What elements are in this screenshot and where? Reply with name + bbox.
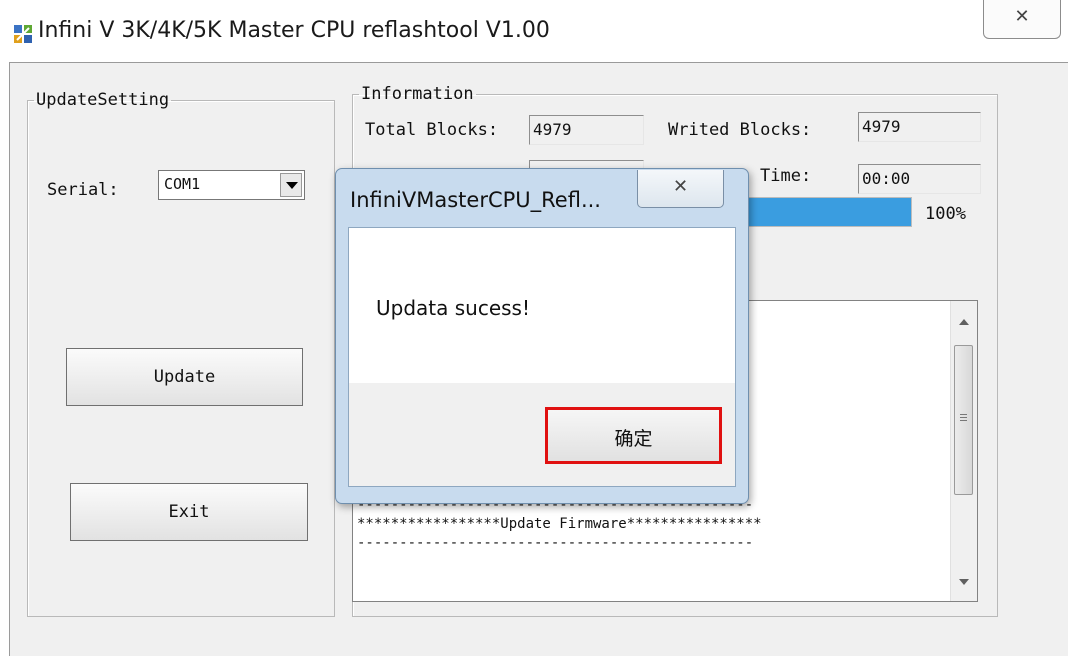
update-setting-legend: UpdateSetting: [36, 90, 170, 110]
close-icon: ✕: [672, 176, 689, 197]
chevron-down-icon[interactable]: [280, 173, 302, 197]
dialog-close-button[interactable]: ✕: [637, 170, 724, 208]
ok-button[interactable]: 确定: [545, 407, 722, 464]
time-label: Time:: [760, 166, 812, 186]
grip-icon: [960, 414, 967, 423]
writed-blocks-field: 4979: [858, 112, 981, 142]
progress-percent: 100%: [925, 204, 966, 224]
ok-button-label: 确定: [614, 428, 653, 450]
scroll-down-icon[interactable]: [959, 579, 969, 585]
information-legend: Information: [361, 84, 474, 104]
exit-button[interactable]: Exit: [70, 483, 308, 541]
total-blocks-field: 4979: [529, 115, 644, 145]
window-title: Infini V 3K/4K/5K Master CPU reflashtool…: [38, 18, 550, 43]
log-line: ----------------------------------------…: [357, 535, 754, 551]
log-lines: ----------------------------------------…: [357, 496, 947, 553]
serial-label: Serial:: [47, 180, 119, 200]
dialog-content: Updata sucess! 确定: [348, 227, 736, 487]
title-bar: Infini V 3K/4K/5K Master CPU reflashtool…: [0, 0, 1068, 62]
dialog-message-area: Updata sucess!: [349, 228, 735, 383]
close-icon: ✕: [1014, 6, 1030, 27]
total-blocks-label: Total Blocks:: [365, 120, 499, 140]
scroll-thumb[interactable]: [954, 345, 973, 495]
dialog-message: Updata sucess!: [376, 296, 530, 320]
log-line: *****************Update Firmware********…: [357, 516, 762, 532]
app-icon: [14, 25, 32, 43]
writed-blocks-label: Writed Blocks:: [668, 120, 812, 140]
time-field: 00:00: [858, 164, 981, 194]
dialog-title: InfiniVMasterCPU_Refl...: [350, 188, 601, 212]
serial-port-select[interactable]: COM1: [158, 170, 305, 200]
message-dialog: InfiniVMasterCPU_Refl... ✕ Updata sucess…: [335, 168, 749, 504]
window-close-button[interactable]: ✕: [983, 0, 1061, 39]
serial-port-value: COM1: [164, 175, 201, 193]
update-button[interactable]: Update: [66, 348, 303, 406]
log-scrollbar[interactable]: [950, 301, 977, 601]
scroll-up-icon[interactable]: [959, 319, 969, 325]
